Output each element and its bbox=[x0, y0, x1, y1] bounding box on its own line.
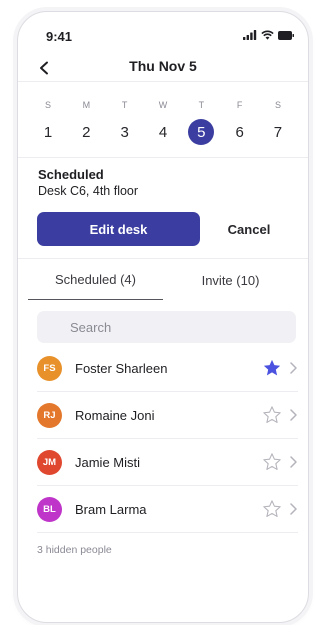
list-item[interactable]: JM Jamie Misti bbox=[37, 439, 298, 486]
person-name: Romaine Joni bbox=[75, 407, 155, 423]
day-of-week-label: F bbox=[236, 100, 243, 110]
day-wednesday[interactable]: W 4 bbox=[145, 98, 181, 145]
person-name: Bram Larma bbox=[75, 501, 147, 517]
day-saturday[interactable]: S 7 bbox=[260, 98, 296, 145]
page-title: Thu Nov 5 bbox=[129, 58, 197, 74]
day-number: 1 bbox=[43, 123, 53, 141]
day-of-week-label: S bbox=[44, 100, 51, 110]
hidden-people-note: 3 hidden people bbox=[37, 544, 112, 556]
week-day-picker: S 1 M 2 T 3 W 4 T 5 F 6 S 7 bbox=[30, 98, 296, 145]
chevron-right-icon bbox=[290, 409, 297, 421]
list-item[interactable]: BL Bram Larma bbox=[37, 486, 298, 533]
day-number: 6 bbox=[235, 123, 244, 141]
list-item[interactable]: FS Foster Sharleen bbox=[37, 345, 298, 392]
star-filled-icon[interactable] bbox=[262, 358, 282, 378]
day-number: 7 bbox=[273, 123, 283, 141]
day-monday[interactable]: M 2 bbox=[68, 98, 104, 145]
status-bar: 9:41 bbox=[18, 12, 308, 52]
search-placeholder: Search bbox=[70, 319, 112, 335]
status-icons bbox=[243, 30, 294, 40]
wifi-icon bbox=[261, 30, 274, 40]
person-name: Jamie Misti bbox=[75, 454, 141, 470]
cancel-button[interactable]: Cancel bbox=[208, 212, 290, 246]
nav-header: Thu Nov 5 bbox=[18, 54, 308, 84]
star-outline-icon[interactable] bbox=[262, 499, 282, 519]
day-tuesday[interactable]: T 3 bbox=[107, 98, 143, 145]
avatar: FS bbox=[37, 355, 62, 381]
day-number: 4 bbox=[158, 123, 168, 141]
phone-frame: 9:41 Thu Nov 5 S 1 M 2 T 3 W 4 T 5 F 6 S… bbox=[17, 11, 309, 623]
avatar: JM bbox=[37, 449, 62, 475]
tab-invite[interactable]: Invite (10) bbox=[163, 260, 298, 300]
edit-desk-button[interactable]: Edit desk bbox=[37, 212, 200, 246]
tab-scheduled[interactable]: Scheduled (4) bbox=[28, 260, 163, 300]
chevron-right-icon bbox=[290, 456, 297, 468]
divider bbox=[18, 157, 308, 158]
list-item[interactable]: RJ Romaine Joni bbox=[37, 392, 298, 439]
day-sunday[interactable]: S 1 bbox=[30, 98, 66, 145]
day-number-selected: 5 bbox=[188, 119, 215, 145]
person-name: Foster Sharleen bbox=[75, 360, 168, 376]
day-thursday-selected[interactable]: T 5 bbox=[183, 98, 219, 145]
day-number: 3 bbox=[120, 123, 129, 141]
day-of-week-label: W bbox=[158, 100, 168, 110]
tab-bar: Scheduled (4) Invite (10) bbox=[28, 260, 298, 300]
star-outline-icon[interactable] bbox=[262, 452, 282, 472]
signal-icon bbox=[243, 30, 257, 40]
avatar: BL bbox=[37, 496, 62, 522]
divider bbox=[18, 258, 308, 259]
star-outline-icon[interactable] bbox=[262, 405, 282, 425]
day-of-week-label: T bbox=[198, 100, 205, 110]
day-friday[interactable]: F 6 bbox=[222, 98, 258, 145]
day-of-week-label: M bbox=[82, 100, 91, 110]
divider bbox=[18, 81, 308, 82]
day-number: 2 bbox=[82, 123, 91, 141]
status-time: 9:41 bbox=[46, 29, 73, 44]
avatar: RJ bbox=[37, 402, 62, 428]
battery-icon bbox=[278, 30, 294, 40]
day-of-week-label: T bbox=[121, 100, 128, 110]
search-input[interactable]: Search bbox=[37, 311, 296, 343]
people-list: FS Foster Sharleen RJ Romaine Joni JM Ja… bbox=[37, 345, 298, 533]
desk-location: Desk C6, 4th floor bbox=[38, 184, 139, 198]
schedule-title: Scheduled bbox=[38, 167, 104, 182]
chevron-right-icon bbox=[290, 503, 297, 515]
day-of-week-label: S bbox=[274, 100, 281, 110]
chevron-right-icon bbox=[290, 362, 297, 374]
schedule-summary: Scheduled Desk C6, 4th floor bbox=[38, 167, 138, 198]
